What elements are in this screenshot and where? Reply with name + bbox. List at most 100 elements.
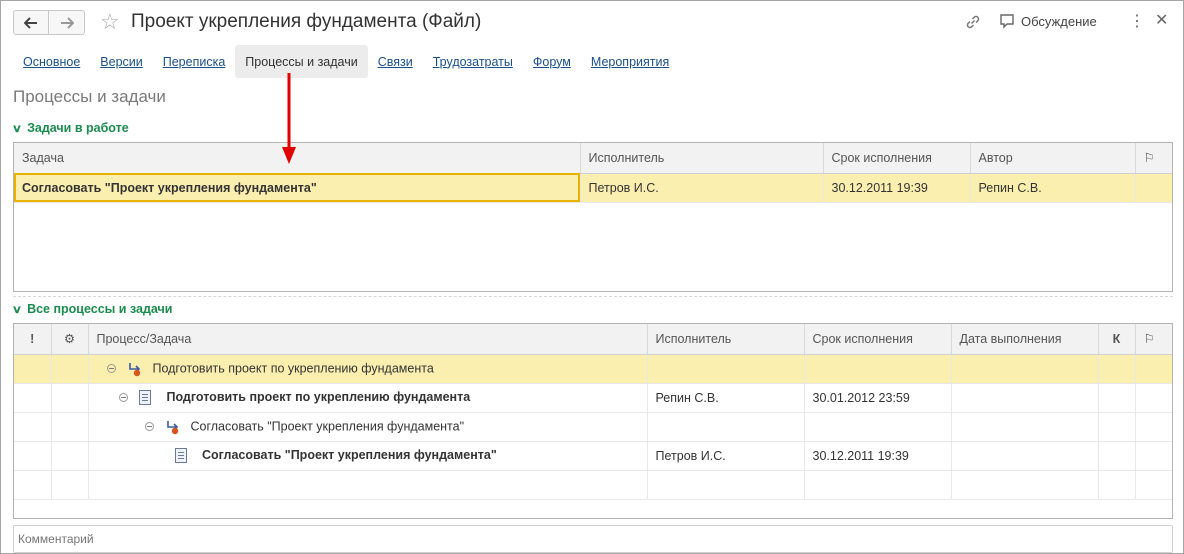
column-header-completion-date[interactable]: Дата выполнения [951,324,1099,355]
k-cell[interactable] [1098,383,1136,413]
executor-cell[interactable] [647,412,805,442]
tab-main[interactable]: Основное [13,45,90,78]
tasks-in-progress-header: Задачи в работе [27,121,129,135]
state-cell[interactable] [51,441,89,471]
column-header-state[interactable]: ⚙ [51,324,89,355]
flag-cell[interactable] [1135,354,1172,384]
deadline-cell[interactable]: 30.12.2011 19:39 [823,173,971,203]
discussion-icon [1000,14,1014,29]
back-button[interactable] [13,10,49,35]
executor-cell[interactable]: Репин С.В. [647,383,805,413]
column-header-flag[interactable]: ⚐ [1135,324,1172,355]
discussion-label: Обсуждение [1021,13,1097,29]
process-name: Согласовать "Проект укрепления фундамент… [190,418,465,433]
state-cell[interactable] [51,383,89,413]
state-cell[interactable] [51,354,89,384]
document-window: ☆ Проект укрепления фундамента (Файл) Об… [0,0,1184,554]
process-task-cell[interactable]: Подготовить проект по укреплению фундаме… [88,383,648,413]
k-cell[interactable] [1098,441,1136,471]
state-icon: ⚙ [63,332,76,347]
tab-correspondence[interactable]: Переписка [153,45,236,78]
close-icon[interactable]: ✕ [1155,12,1168,30]
table-row[interactable]: Согласовать "Проект укрепления фундамент… [14,412,1172,442]
chevron-down-icon: ∨ [11,303,23,316]
forward-button[interactable] [49,10,85,35]
deadline-cell[interactable]: 30.01.2012 23:59 [804,383,952,413]
tab-events[interactable]: Мероприятия [581,45,679,78]
process-task-cell[interactable]: Подготовить проект по укреплению фундаме… [88,354,648,384]
column-header-executor[interactable]: Исполнитель [580,143,824,174]
collapse-icon[interactable] [118,393,128,403]
flag-cell[interactable] [1135,441,1172,471]
table-row[interactable]: Согласовать "Проект укрепления фундамент… [14,173,1172,203]
completion-date-cell[interactable] [951,412,1099,442]
table-row[interactable]: Подготовить проект по укреплению фундаме… [14,383,1172,413]
flag-cell[interactable] [1135,383,1172,413]
favorite-star-icon[interactable]: ☆ [100,10,120,34]
state-cell[interactable] [51,412,89,442]
process-task-cell[interactable]: Согласовать "Проект укрепления фундамент… [88,441,648,471]
tasks-in-progress-table: Задача Исполнитель Срок исполнения Автор… [13,142,1173,292]
column-header-author[interactable]: Автор [970,143,1136,174]
process-name: Подготовить проект по укреплению фундаме… [152,360,434,375]
author-cell[interactable]: Репин С.В. [970,173,1136,203]
group-divider [13,296,1173,297]
chevron-down-icon: ∨ [11,122,23,135]
importance-cell[interactable] [14,383,52,413]
task-cell[interactable]: Согласовать "Проект укрепления фундамент… [14,173,581,203]
completion-date-cell[interactable] [951,383,1099,413]
deadline-cell[interactable] [804,354,952,384]
flag-cell[interactable] [1135,412,1172,442]
tab-bar: Основное Версии Переписка Процессы и зад… [13,45,679,78]
column-header-k[interactable]: К [1098,324,1136,355]
collapse-icon[interactable] [106,364,116,373]
tab-labor-costs[interactable]: Трудозатраты [423,45,523,78]
column-header-importance[interactable]: ! [14,324,52,355]
tab-versions[interactable]: Версии [90,45,152,78]
k-cell[interactable] [1098,354,1136,384]
column-header-deadline[interactable]: Срок исполнения [823,143,971,174]
column-header-deadline[interactable]: Срок исполнения [804,324,952,355]
arrow-left-icon [24,16,37,29]
importance-cell[interactable] [14,441,52,471]
completion-date-cell[interactable] [951,354,1099,384]
comment-field[interactable] [13,525,1173,553]
section-title: Процессы и задачи [13,87,166,106]
tab-processes-tasks[interactable]: Процессы и задачи [235,45,368,78]
flag-icon: ⚐ [1143,332,1155,347]
process-task-cell[interactable]: Согласовать "Проект укрепления фундамент… [88,412,648,442]
importance-cell[interactable] [14,354,52,384]
table-row[interactable]: Подготовить проект по укреплению фундаме… [14,354,1172,384]
flag-cell[interactable] [1135,173,1172,203]
deadline-cell[interactable] [804,412,952,442]
all-processes-group-toggle[interactable]: ∨ Все процессы и задачи [11,302,173,316]
flag-icon: ⚐ [1143,151,1155,166]
deadline-cell[interactable]: 30.12.2011 19:39 [804,441,952,471]
link-icon[interactable] [964,13,982,36]
annotation-arrow-icon [282,73,296,164]
task-document-icon [138,390,151,406]
column-header-task[interactable]: Задача [14,143,581,174]
all-processes-table: ! ⚙ Процесс/Задача Исполнитель Срок испо… [13,323,1173,519]
column-header-executor[interactable]: Исполнитель [647,324,805,355]
table-row[interactable]: Согласовать "Проект укрепления фундамент… [14,441,1172,471]
completion-date-cell[interactable] [951,441,1099,471]
executor-cell[interactable] [647,354,805,384]
column-header-process-task[interactable]: Процесс/Задача [88,324,648,355]
task-name: Подготовить проект по укреплению фундаме… [166,389,471,404]
table-row [14,470,1172,500]
k-cell[interactable] [1098,412,1136,442]
discussion-button[interactable]: Обсуждение [999,13,1097,29]
tab-forum[interactable]: Форум [523,45,581,78]
importance-cell[interactable] [14,412,52,442]
all-processes-header: Все процессы и задачи [27,302,173,316]
task-document-icon [174,448,187,464]
column-header-flag[interactable]: ⚐ [1135,143,1172,174]
collapse-icon[interactable] [144,422,154,431]
executor-cell[interactable]: Петров И.С. [580,173,824,203]
tab-links[interactable]: Связи [368,45,423,78]
executor-cell[interactable]: Петров И.С. [647,441,805,471]
arrow-right-icon [60,16,74,29]
more-menu-icon[interactable]: ⋮ [1129,13,1145,31]
tasks-in-progress-group-toggle[interactable]: ∨ Задачи в работе [11,121,129,135]
